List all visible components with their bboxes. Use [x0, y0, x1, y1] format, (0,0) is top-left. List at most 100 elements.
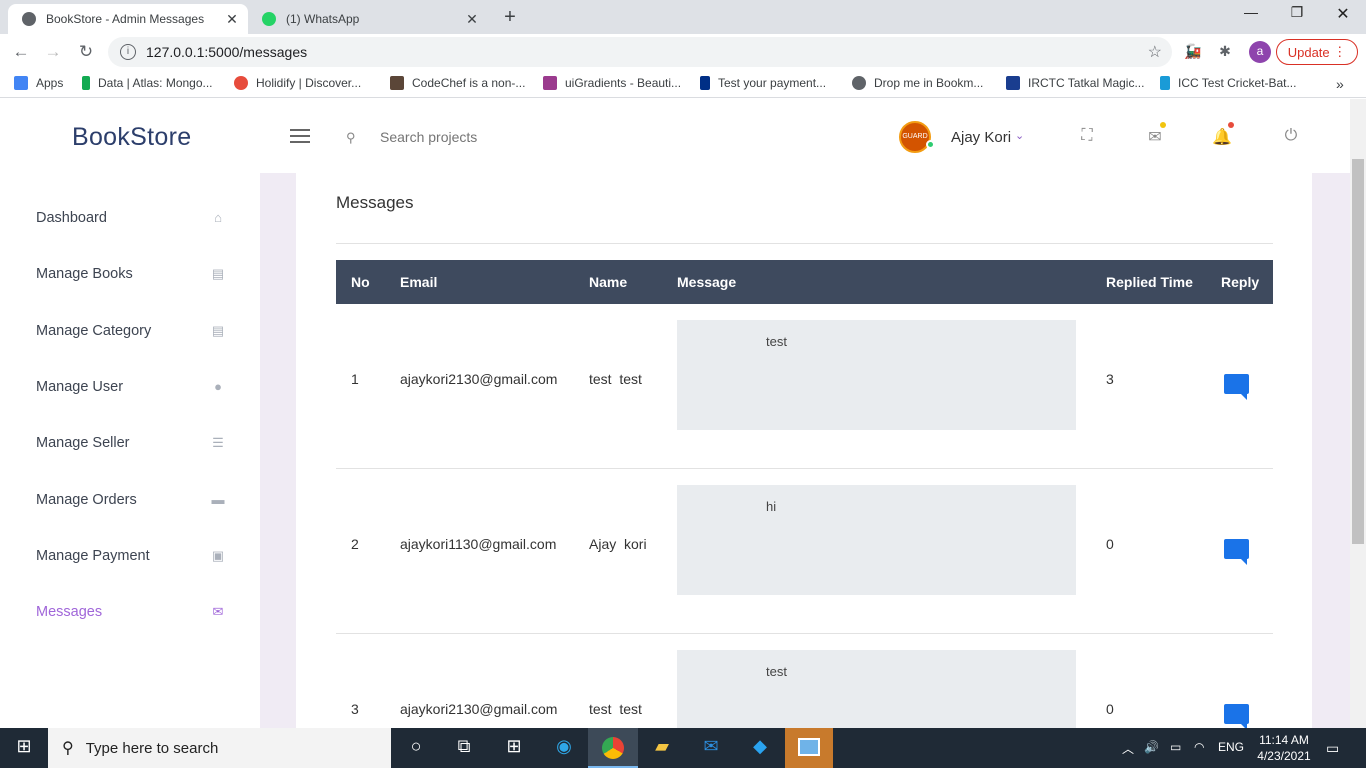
cell-name: test test	[589, 371, 642, 387]
edge-icon[interactable]: ◉	[552, 736, 576, 760]
close-icon[interactable]: ✕	[224, 11, 240, 28]
vscode-icon[interactable]: ◆	[748, 736, 772, 760]
brand-logo[interactable]: BookStore	[72, 123, 191, 152]
taskbar-search[interactable]: ⚲ Type here to search	[48, 728, 391, 768]
reply-chat-icon[interactable]	[1224, 539, 1249, 565]
reply-chat-icon[interactable]	[1224, 374, 1249, 400]
globe-icon	[852, 76, 866, 90]
header-message: Message	[677, 274, 737, 290]
bookmark-item[interactable]: CodeChef is a non-...	[390, 76, 525, 90]
speaker-icon[interactable]: 🔊	[1144, 740, 1159, 754]
tab-whatsapp[interactable]: (1) WhatsApp ✕	[248, 4, 488, 34]
address-bar[interactable]: i 127.0.0.1:5000/messages ☆	[108, 37, 1172, 67]
language-indicator[interactable]: ENG	[1218, 740, 1244, 754]
sidebar-item-manage-category[interactable]: Manage Category ▤	[36, 319, 226, 343]
widgets-icon[interactable]: ⧉	[452, 736, 476, 760]
category-icon: ▤	[211, 323, 225, 338]
windows-start-icon[interactable]: ⊞	[12, 736, 36, 760]
chrome-taskbar-item[interactable]	[588, 728, 638, 768]
sidebar-item-dashboard[interactable]: Dashboard ⌂	[36, 206, 226, 230]
cell-email: ajaykori2130@gmail.com	[400, 701, 558, 717]
sidebar-item-messages[interactable]: Messages ✉	[36, 600, 226, 624]
table-row: 1 ajaykori2130@gmail.com test test test …	[336, 304, 1273, 469]
bookmark-label: Data | Atlas: Mongo...	[98, 76, 213, 90]
windows-taskbar: ⊞ ⚲ Type here to search ○ ⧉ ⊞ ◉ ▰ ✉ ◆ ︿ …	[0, 728, 1366, 768]
page-title: Messages	[336, 193, 414, 212]
bell-icon[interactable]: 🔔	[1212, 127, 1232, 147]
bookmark-label: uiGradients - Beauti...	[565, 76, 682, 90]
cell-no: 2	[351, 536, 359, 552]
list-icon: ☰	[212, 435, 224, 450]
chevron-down-icon[interactable]: ⌄	[1015, 129, 1024, 142]
top-navbar: BookStore ⚲ GUARD Ajay Kori ⌄ ⛶ ✉ 🔔 ⏻	[0, 99, 1350, 173]
new-tab-button[interactable]: +	[498, 6, 522, 29]
star-icon[interactable]: ☆	[1148, 42, 1162, 62]
divider	[336, 243, 1273, 244]
file-explorer-icon[interactable]: ▰	[650, 736, 674, 760]
back-arrow-icon[interactable]: ←	[10, 42, 32, 62]
cell-replied-time: 3	[1106, 371, 1114, 387]
power-icon[interactable]: ⏻	[1281, 127, 1301, 147]
apps-grid-icon	[14, 76, 28, 90]
store-icon[interactable]: ⊞	[502, 736, 526, 760]
clock-time: 11:14 AM	[1259, 733, 1309, 747]
notification-icon[interactable]: ▭	[1326, 740, 1339, 757]
forward-arrow-icon[interactable]: →	[42, 42, 64, 62]
sidebar-item-manage-seller[interactable]: Manage Seller ☰	[36, 431, 226, 455]
bookmark-item[interactable]: Holidify | Discover...	[234, 76, 361, 90]
app-taskbar-item[interactable]	[785, 728, 833, 768]
bookmark-item[interactable]: ICC Test Cricket-Bat...	[1160, 76, 1296, 90]
close-icon[interactable]: ✕	[464, 11, 480, 28]
bookmark-item[interactable]: IRCTC Tatkal Magic...	[1006, 76, 1144, 90]
bookmark-label: Holidify | Discover...	[256, 76, 362, 90]
mail-icon[interactable]: ✉	[1145, 127, 1165, 147]
update-button[interactable]: Update ⋮	[1276, 39, 1358, 65]
sidebar-item-manage-user[interactable]: Manage User ●	[36, 375, 226, 399]
info-icon[interactable]: i	[120, 44, 136, 60]
scrollbar-thumb[interactable]	[1352, 159, 1364, 544]
profile-avatar[interactable]: a	[1249, 41, 1271, 63]
reload-icon[interactable]: ↻	[75, 42, 97, 62]
message-textbox[interactable]: test	[677, 650, 1076, 728]
chevron-up-icon[interactable]: ︿	[1122, 740, 1134, 757]
reply-chat-icon[interactable]	[1224, 704, 1249, 728]
task-view-icon[interactable]: ○	[404, 736, 428, 760]
codechef-icon	[390, 76, 404, 90]
user-avatar[interactable]: GUARD	[899, 121, 931, 153]
cell-email: ajaykori1130@gmail.com	[400, 536, 557, 552]
battery-icon[interactable]: ▭	[1170, 740, 1181, 754]
table-row: 3 ajaykori2130@gmail.com test test test …	[336, 634, 1273, 728]
sidebar-item-manage-orders[interactable]: Manage Orders ▬	[36, 488, 226, 512]
clock[interactable]: 11:14 AM 4/23/2021	[1248, 732, 1320, 764]
puzzle-icon[interactable]: ✱	[1216, 43, 1234, 61]
message-textbox[interactable]: hi	[677, 485, 1076, 595]
app-window-icon	[798, 738, 820, 756]
sidebar-item-manage-payment[interactable]: Manage Payment ▣	[36, 544, 226, 568]
tab-bookstore[interactable]: BookStore - Admin Messages ✕	[8, 4, 248, 34]
close-window-button[interactable]: ✕	[1320, 4, 1366, 24]
bookmarks-bar: Apps Data | Atlas: Mongo... Holidify | D…	[0, 70, 1366, 98]
bookmark-item[interactable]: uiGradients - Beauti...	[543, 76, 681, 90]
user-name[interactable]: Ajay Kori	[951, 129, 1011, 146]
wifi-icon[interactable]: ◠	[1194, 740, 1204, 754]
bookmark-label: CodeChef is a non-...	[412, 76, 526, 90]
bookmark-item[interactable]: Drop me in Bookm...	[852, 76, 983, 90]
sidebar-item-label: Messages	[36, 604, 103, 620]
header-reply: Reply	[1221, 274, 1260, 290]
sidebar-item-manage-books[interactable]: Manage Books ▤	[36, 262, 226, 286]
hamburger-menu-icon[interactable]	[290, 129, 310, 147]
restore-button[interactable]: ❐	[1274, 4, 1320, 21]
extension-train-icon[interactable]: 🚂	[1184, 43, 1202, 61]
bookmark-item[interactable]: Test your payment...	[700, 76, 826, 90]
browser-tab-strip: BookStore - Admin Messages ✕ (1) WhatsAp…	[0, 0, 1366, 34]
bookmark-apps[interactable]: Apps	[14, 76, 63, 90]
mail-icon[interactable]: ✉	[699, 736, 723, 760]
message-textbox[interactable]: test	[677, 320, 1076, 430]
bookmark-item[interactable]: Data | Atlas: Mongo...	[82, 76, 213, 90]
fullscreen-icon[interactable]: ⛶	[1077, 127, 1097, 147]
clock-date: 4/23/2021	[1257, 749, 1311, 763]
cell-email: ajaykori2130@gmail.com	[400, 371, 558, 387]
minimize-button[interactable]: —	[1228, 4, 1274, 20]
more-bookmarks-icon[interactable]: »	[1336, 76, 1344, 92]
search-input[interactable]	[380, 125, 600, 149]
